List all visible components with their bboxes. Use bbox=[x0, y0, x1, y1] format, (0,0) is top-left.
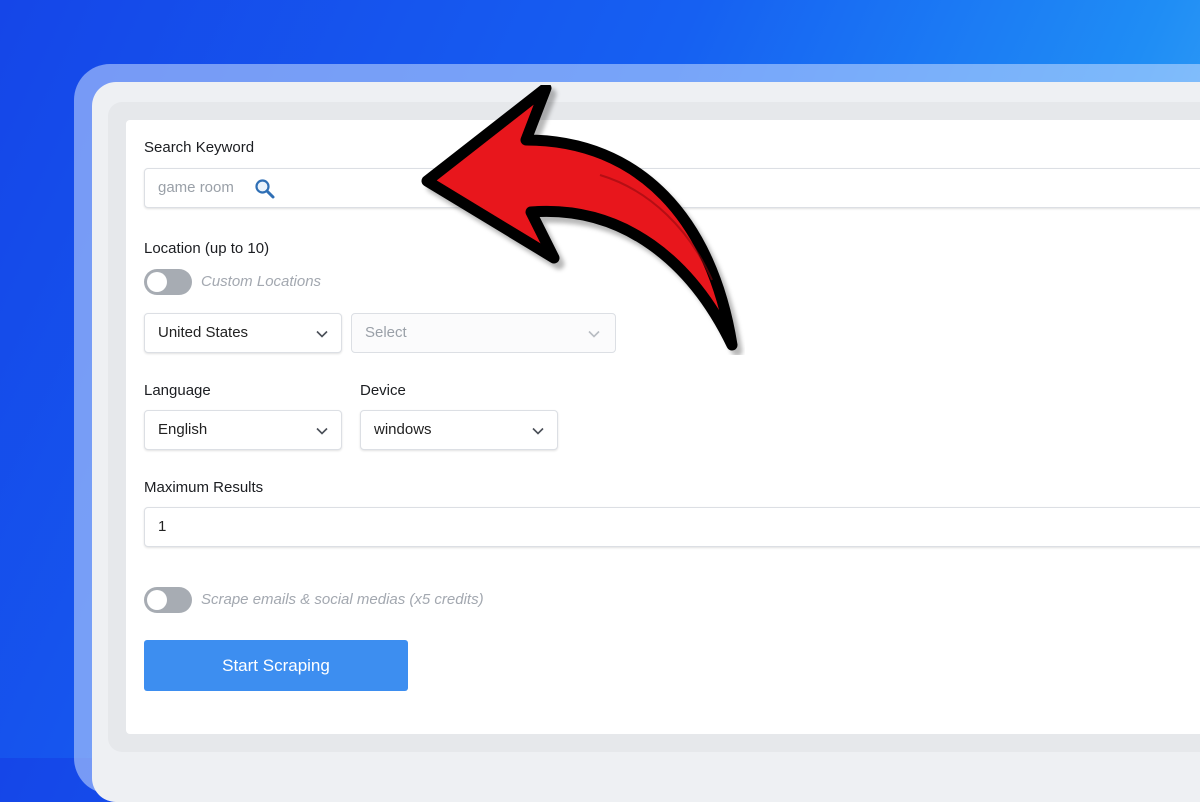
language-select[interactable]: English bbox=[144, 410, 342, 450]
max-results-label: Maximum Results bbox=[144, 479, 264, 496]
max-results-input[interactable]: 1 bbox=[144, 507, 1200, 547]
chevron-down-icon bbox=[316, 330, 328, 338]
language-label: Language bbox=[144, 382, 211, 399]
search-icon[interactable] bbox=[254, 178, 276, 204]
device-select-value: windows bbox=[374, 421, 432, 438]
device-label: Device bbox=[360, 382, 406, 399]
toggle-knob bbox=[147, 272, 167, 292]
language-select-value: English bbox=[158, 421, 208, 438]
keyword-label: Search Keyword bbox=[144, 139, 255, 156]
chevron-down-icon bbox=[316, 427, 328, 435]
chevron-down-icon bbox=[532, 427, 544, 435]
location-label: Location (up to 10) bbox=[144, 240, 270, 257]
toggle-knob bbox=[147, 590, 167, 610]
custom-locations-toggle[interactable] bbox=[144, 269, 192, 295]
scrape-emails-label: Scrape emails & social medias (x5 credit… bbox=[201, 591, 484, 608]
country-select-value: United States bbox=[158, 324, 249, 341]
keyword-input-value: game room bbox=[158, 179, 234, 196]
scrape-emails-toggle[interactable] bbox=[144, 587, 192, 613]
custom-locations-label: Custom Locations bbox=[201, 273, 322, 290]
country-select[interactable]: United States bbox=[144, 313, 342, 353]
max-results-value: 1 bbox=[158, 518, 167, 535]
device-select[interactable]: windows bbox=[360, 410, 558, 450]
red-curved-arrow-icon bbox=[421, 85, 738, 351]
start-scraping-button[interactable]: Start Scraping bbox=[144, 640, 408, 691]
region-select-placeholder: Select bbox=[365, 324, 407, 341]
